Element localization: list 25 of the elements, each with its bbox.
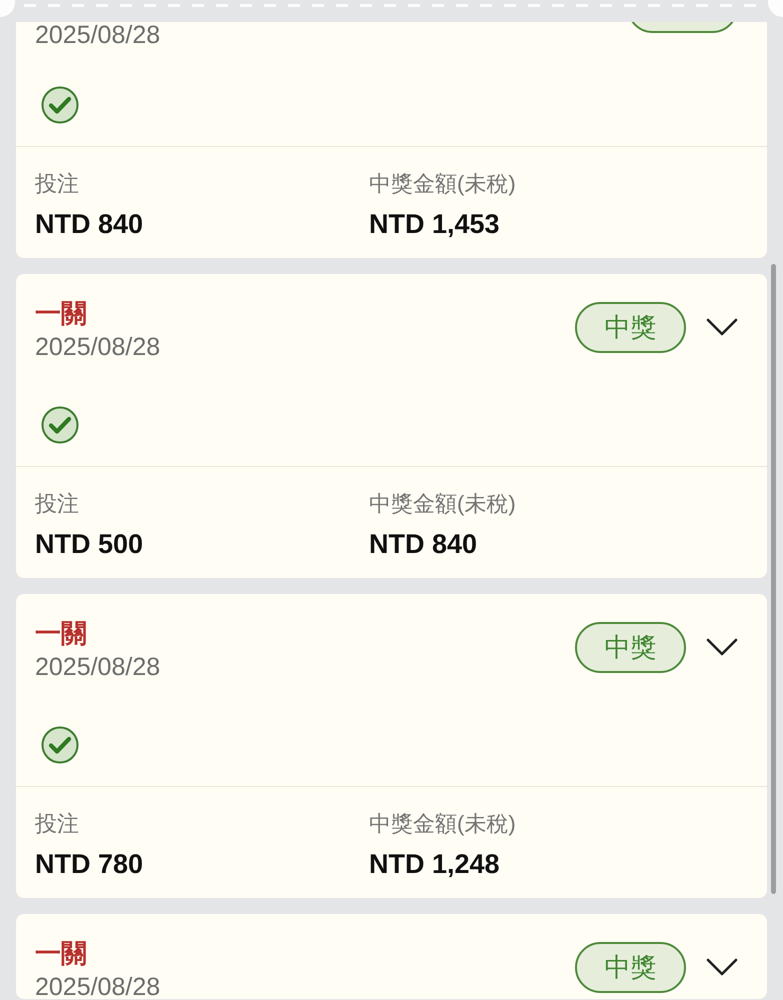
- prize-label: 中獎金額(未稅): [369, 810, 516, 838]
- prize-amount: NTD 1,453: [369, 208, 500, 241]
- status-badge: 中獎: [575, 622, 686, 673]
- stake-label: 投注: [35, 810, 79, 838]
- stake-label: 投注: [35, 490, 79, 518]
- bet-type-title: 一關: [35, 938, 88, 968]
- date-text: 2025/08/28: [35, 655, 160, 679]
- prize-label: 中獎金額(未稅): [369, 170, 516, 198]
- status-badge: 中獎: [575, 942, 686, 993]
- chevron-down-icon[interactable]: [706, 958, 738, 977]
- prize-label: 中獎金額(未稅): [369, 490, 516, 518]
- stake-amount: NTD 840: [35, 208, 144, 241]
- stake-amount: NTD 780: [35, 848, 144, 881]
- chevron-down-icon[interactable]: [706, 638, 738, 657]
- prize-amount: NTD 840: [369, 528, 478, 561]
- stake-amount: NTD 500: [35, 528, 144, 561]
- bet-type-title: 一關: [35, 298, 88, 328]
- stake-label: 投注: [35, 170, 79, 198]
- chevron-down-icon[interactable]: [706, 318, 738, 337]
- prize-amount: NTD 1,248: [369, 848, 500, 881]
- bet-type-title: 一關: [35, 618, 88, 648]
- date-text: 2025/08/28: [35, 975, 160, 999]
- date-text: 2025/08/28: [35, 335, 160, 359]
- date-text: 2025/08/28: [35, 23, 160, 47]
- status-badge: 中獎: [575, 302, 686, 353]
